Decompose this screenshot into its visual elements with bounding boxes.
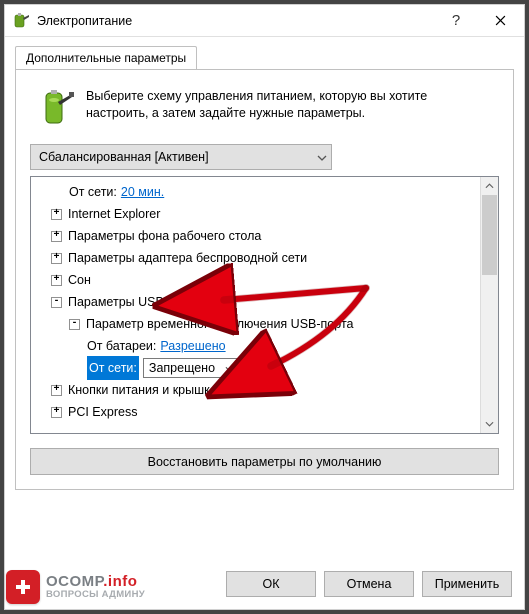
tab-advanced[interactable]: Дополнительные параметры	[15, 46, 197, 70]
settings-tree: От сети: 20 мин. + Internet Explorer + П…	[30, 176, 499, 434]
chevron-down-icon	[317, 150, 327, 164]
node-label: Параметры USB	[68, 291, 164, 313]
node-label: Параметры адаптера беспроводной сети	[68, 247, 307, 269]
setting-label: От сети:	[69, 181, 117, 203]
help-button[interactable]: ?	[434, 6, 478, 36]
node-label: Параметры фона рабочего стола	[68, 225, 261, 247]
setting-ac-timeout[interactable]: От сети: 20 мин.	[39, 181, 478, 203]
node-usb-settings[interactable]: - Параметры USB	[39, 291, 478, 313]
intro-row: Выберите схему управления питанием, кото…	[34, 88, 495, 128]
node-label: Параметр временного отключения USB-порта	[86, 313, 353, 335]
tab-panel: Выберите схему управления питанием, кото…	[15, 69, 514, 490]
collapse-icon[interactable]: -	[69, 319, 80, 330]
intro-text: Выберите схему управления питанием, кото…	[86, 88, 495, 122]
power-plan-value: Сбалансированная [Активен]	[39, 150, 209, 164]
button-label: ОК	[262, 577, 279, 591]
wm-domain: .info	[103, 573, 137, 590]
node-wifi-adapter[interactable]: + Параметры адаптера беспроводной сети	[39, 247, 478, 269]
scroll-down-button[interactable]	[481, 415, 498, 433]
apply-button[interactable]: Применить	[422, 571, 512, 597]
power-options-dialog: Электропитание ? Дополнительные параметр…	[4, 4, 525, 610]
close-button[interactable]	[478, 6, 522, 36]
node-sleep[interactable]: + Сон	[39, 269, 478, 291]
watermark-logo: OCOMP.info ВОПРОСЫ АДМИНУ	[6, 566, 156, 608]
setting-value-link[interactable]: Разрешено	[160, 335, 225, 357]
wm-tagline: ВОПРОСЫ АДМИНУ	[46, 590, 145, 600]
wm-brand: OCOMP	[46, 573, 103, 590]
scroll-up-button[interactable]	[481, 177, 498, 195]
titlebar: Электропитание ?	[5, 5, 524, 37]
expand-icon[interactable]: +	[51, 209, 62, 220]
vertical-scrollbar[interactable]	[480, 177, 498, 433]
setting-value-link[interactable]: 20 мин.	[121, 181, 164, 203]
button-label: Применить	[435, 577, 500, 591]
watermark-text: OCOMP.info ВОПРОСЫ АДМИНУ	[46, 574, 145, 600]
node-label: Сон	[68, 269, 91, 291]
button-label: Отмена	[347, 577, 392, 591]
setting-label-selected: От сети:	[87, 356, 139, 380]
expand-icon[interactable]: +	[51, 385, 62, 396]
scroll-thumb[interactable]	[482, 195, 497, 275]
plus-icon	[6, 570, 40, 604]
node-power-buttons-lid[interactable]: + Кнопки питания и крышка	[39, 379, 478, 401]
window-title: Электропитание	[37, 14, 434, 28]
node-label: Кнопки питания и крышка	[68, 379, 217, 401]
tab-strip: Дополнительные параметры	[15, 46, 514, 70]
collapse-icon[interactable]: -	[51, 297, 62, 308]
node-wallpaper[interactable]: + Параметры фона рабочего стола	[39, 225, 478, 247]
chevron-down-icon	[221, 357, 237, 379]
expand-icon[interactable]: +	[51, 231, 62, 242]
node-usb-selective-suspend[interactable]: - Параметр временного отключения USB-пор…	[39, 313, 478, 335]
setting-label: От батареи:	[87, 335, 156, 357]
restore-label: Восстановить параметры по умолчанию	[148, 455, 382, 469]
power-plan-select[interactable]: Сбалансированная [Активен]	[30, 144, 332, 170]
expand-icon[interactable]: +	[51, 407, 62, 418]
setting-usb-ac[interactable]: От сети: Запрещено	[39, 357, 478, 379]
battery-icon	[34, 88, 78, 128]
restore-defaults-button[interactable]: Восстановить параметры по умолчанию	[30, 448, 499, 475]
expand-icon[interactable]: +	[51, 253, 62, 264]
ok-button[interactable]: ОК	[226, 571, 316, 597]
cancel-button[interactable]: Отмена	[324, 571, 414, 597]
client-area: Дополнительные параметры Выберите схему …	[5, 37, 524, 561]
node-internet-explorer[interactable]: + Internet Explorer	[39, 203, 478, 225]
app-icon	[13, 12, 31, 30]
expand-icon[interactable]: +	[51, 275, 62, 286]
node-label: Internet Explorer	[68, 203, 160, 225]
tab-label: Дополнительные параметры	[26, 51, 186, 65]
setting-usb-battery[interactable]: От батареи: Разрешено	[39, 335, 478, 357]
node-pci-express[interactable]: + PCI Express	[39, 401, 478, 423]
node-label: PCI Express	[68, 401, 137, 423]
setting-value-dropdown[interactable]: Запрещено	[143, 358, 240, 378]
tree-viewport: От сети: 20 мин. + Internet Explorer + П…	[31, 177, 480, 433]
dropdown-value: Запрещено	[149, 357, 215, 379]
